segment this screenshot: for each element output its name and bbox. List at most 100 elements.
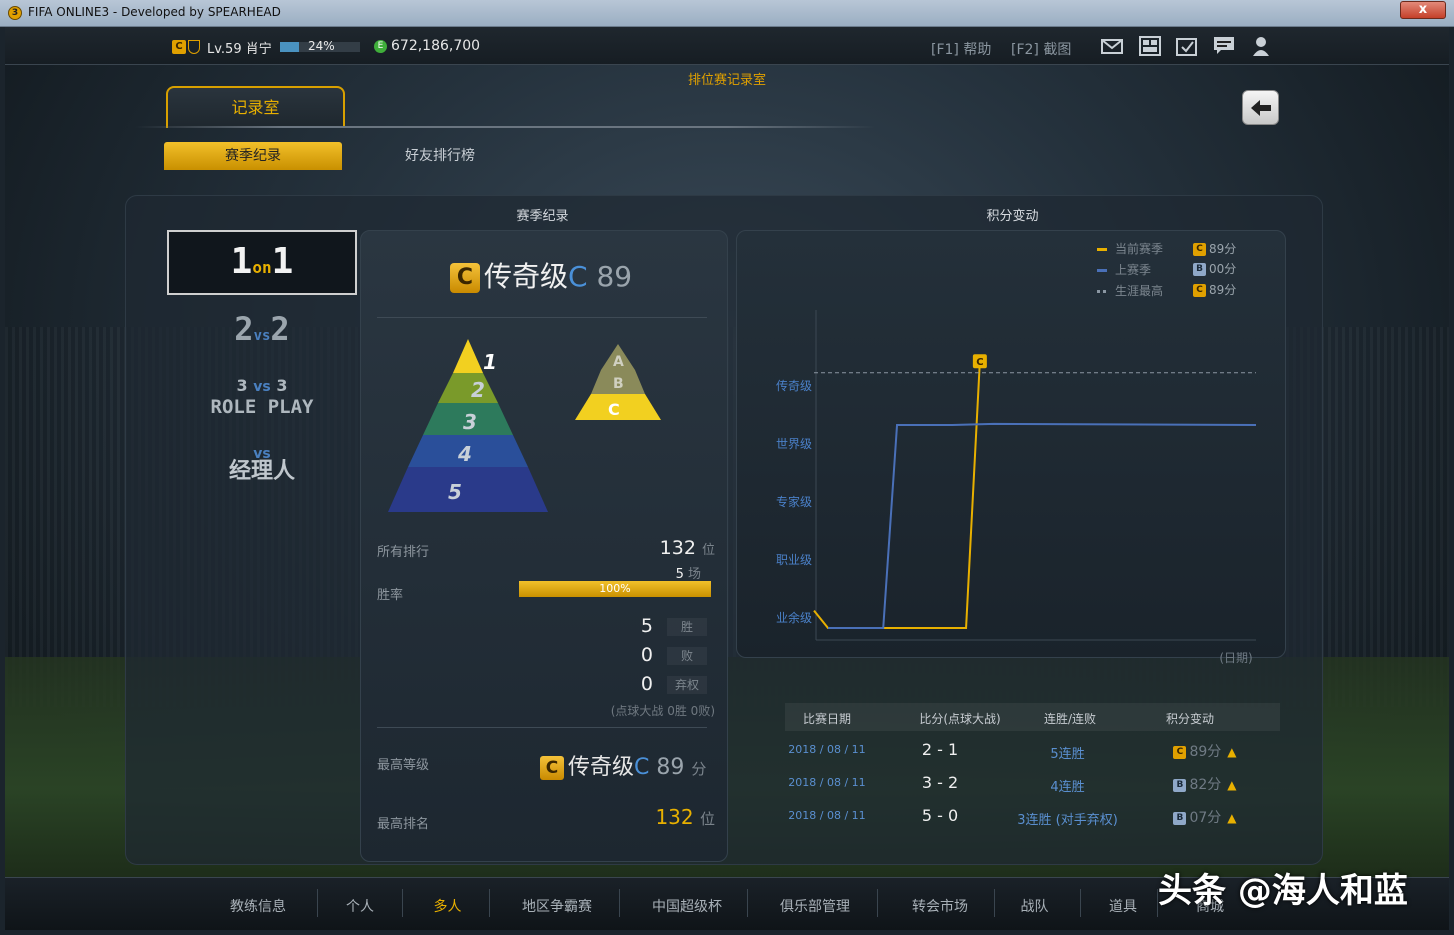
mail-icon[interactable] <box>1101 36 1123 56</box>
divider <box>377 317 707 318</box>
xp-percent: 24% <box>308 39 335 53</box>
all-rank-unit: 位 <box>701 543 715 558</box>
tab-friend-ranking[interactable]: 好友排行榜 <box>385 142 495 170</box>
nav-separator <box>489 889 490 917</box>
nav-separator <box>317 889 318 917</box>
max-rank-unit: 位 <box>699 810 715 828</box>
mode-3vs3-a: 3 <box>236 376 248 395</box>
rank-name: 传奇级 <box>484 260 569 293</box>
forfeits-value: 0 <box>640 673 653 695</box>
nav-coach-info[interactable]: 教练信息 <box>208 896 308 916</box>
max-level-letter: C <box>634 755 650 780</box>
losses-row: 0败 <box>605 644 715 666</box>
arrow-up-icon: ▲ <box>1227 778 1237 792</box>
mode-1on1-on: on <box>252 258 272 277</box>
mode-1on1[interactable]: 1on1 <box>167 230 357 295</box>
nav-personal[interactable]: 个人 <box>320 896 400 916</box>
tab-season-record[interactable]: 赛季纪录 <box>164 142 342 170</box>
all-rank-number: 132 <box>659 537 696 559</box>
mode-manager-label: 经理人 <box>228 459 295 484</box>
games-count: 5 场 <box>605 563 701 582</box>
series-line-1 <box>828 422 1257 629</box>
col-points-change: 积分变动 <box>1165 712 1214 726</box>
game-area: C Lv.59 肖宁 24% E 672,186,700 [F1] 帮助 [F2… <box>5 27 1449 930</box>
squad-icon[interactable] <box>1139 36 1161 56</box>
sub-rank-pyramid-icon: A B C <box>575 344 661 420</box>
max-rank-value: 132 位 <box>645 805 715 829</box>
max-level-badge-icon: C <box>540 756 564 780</box>
mode-3vs3-c: 3 <box>276 376 288 395</box>
season-record-header: 赛季纪录 <box>516 209 569 224</box>
nav-separator <box>402 889 403 917</box>
max-rank-label: 最高排名 <box>377 817 430 832</box>
mode-manager[interactable]: vs 经理人 <box>167 445 357 484</box>
nav-team[interactable]: 战队 <box>997 896 1072 916</box>
match-points: B 07分 ▲ <box>1160 807 1250 827</box>
points-change-header: 积分变动 <box>986 209 1039 224</box>
window-close-button[interactable]: x <box>1400 1 1446 19</box>
arrow-up-icon: ▲ <box>1227 745 1237 759</box>
wins-unit: 胜 <box>667 618 707 636</box>
match-streak: 4连胜 <box>1050 780 1085 795</box>
nav-club-management[interactable]: 俱乐部管理 <box>750 896 880 916</box>
badge-b-icon: B <box>1173 778 1187 792</box>
mode-roleplay-label: ROLE PLAY <box>210 396 314 418</box>
shield-icon <box>188 40 200 54</box>
max-rank-number: 132 <box>655 805 694 829</box>
back-arrow-icon <box>1250 100 1271 116</box>
col-streak: 连胜/连败 <box>1043 712 1097 726</box>
back-button[interactable] <box>1242 90 1279 125</box>
nav-separator <box>994 889 995 917</box>
match-score: 2 - 1 <box>921 740 959 759</box>
currency-icon: E <box>374 40 387 53</box>
money-amount: 672,186,700 <box>391 38 481 54</box>
forfeits-row: 0 弃权 <box>605 673 715 695</box>
series-line-0 <box>813 361 981 629</box>
games-number: 5 <box>675 567 684 582</box>
winrate-label: 胜率 <box>377 588 404 603</box>
xp-bar-fill <box>280 42 300 52</box>
match-date: 2018 / 08 / 11 <box>788 809 866 822</box>
badge-c-icon: C <box>1173 745 1187 759</box>
mode-2vs2-vs: vs <box>253 328 271 344</box>
help-button[interactable]: [F1] 帮助 <box>931 39 991 59</box>
top-status-bar: C Lv.59 肖宁 24% E 672,186,700 [F1] 帮助 [F2… <box>5 27 1449 65</box>
col-score: 比分(点球大战) <box>919 712 1001 726</box>
y-tick-label: 专家级 <box>776 494 812 509</box>
profile-icon[interactable] <box>1250 36 1272 56</box>
losses-unit: 败 <box>667 647 707 665</box>
nav-regional-battle[interactable]: 地区争霸赛 <box>492 896 622 916</box>
games-unit: 场 <box>687 567 701 582</box>
nav-transfer-market[interactable]: 转会市场 <box>880 896 1000 916</box>
screenshot-button[interactable]: [F2] 截图 <box>1011 39 1071 59</box>
match-points-value: 82分 <box>1189 777 1222 793</box>
rank-badge-icon: C <box>172 40 186 54</box>
match-streak: 5连胜 <box>1050 747 1085 762</box>
max-level-unit: 分 <box>691 760 707 778</box>
tab-record-room[interactable]: 记录室 <box>166 86 345 128</box>
mode-1on1-a: 1 <box>230 241 253 282</box>
chat-icon[interactable] <box>1213 36 1235 56</box>
nav-items[interactable]: 道具 <box>1083 896 1163 916</box>
nav-separator <box>1080 889 1081 917</box>
nav-multiplayer[interactable]: 多人 <box>405 896 490 916</box>
nav-china-supercup[interactable]: 中国超级杯 <box>622 896 752 916</box>
y-tick-label: 职业级 <box>776 553 812 567</box>
match-points-value: 07分 <box>1189 810 1222 826</box>
mode-3vs3-vs: vs <box>253 379 271 395</box>
mode-3vs3-roleplay[interactable]: 3 vs 3 ROLE PLAY <box>167 376 357 417</box>
pyramid-level-3: 3 <box>463 410 477 434</box>
arrow-up-icon: ▲ <box>1227 811 1237 825</box>
losses-value: 0 <box>640 644 653 666</box>
rank-badge-icon: C <box>450 263 480 293</box>
forfeits-unit: 弃权 <box>667 676 707 694</box>
calendar-icon[interactable] <box>1176 36 1198 56</box>
mode-2vs2-a: 2 <box>234 310 254 348</box>
penalty-note: (点球大战 0胜 0败) <box>610 704 715 718</box>
mode-2vs2[interactable]: 2vs2 <box>167 310 357 348</box>
wins-value: 5 <box>640 615 653 637</box>
rank-letter: C <box>568 260 588 293</box>
app-icon: 3 <box>8 6 22 20</box>
sub-pyramid-a: A <box>613 354 624 370</box>
badge-b-icon: B <box>1173 811 1187 825</box>
